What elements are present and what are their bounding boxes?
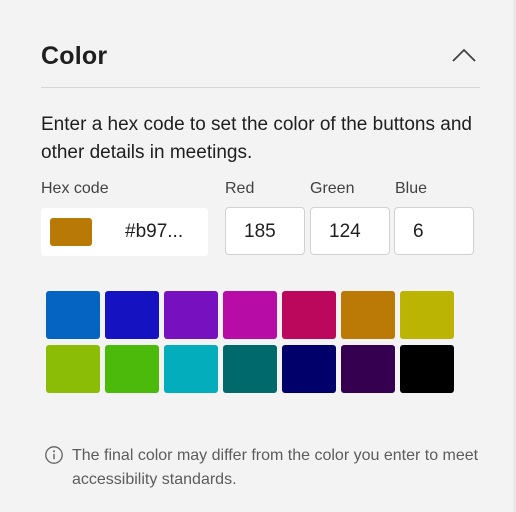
color-settings-panel: Color Enter a hex code to set the color … [0, 0, 516, 512]
hex-code-label: Hex code [41, 180, 109, 197]
color-swatch[interactable] [46, 291, 100, 339]
color-swatch[interactable] [282, 345, 336, 393]
color-swatch[interactable] [46, 345, 100, 393]
chevron-up-icon [452, 48, 476, 62]
color-palette [46, 291, 454, 395]
color-swatch[interactable] [341, 345, 395, 393]
blue-label: Blue [395, 180, 428, 197]
color-swatch[interactable] [164, 291, 218, 339]
red-label: Red [225, 180, 255, 197]
hex-code-value: #b97... [125, 221, 184, 242]
color-swatch[interactable] [164, 345, 218, 393]
color-swatch[interactable] [223, 291, 277, 339]
color-swatch[interactable] [282, 291, 336, 339]
blue-input[interactable]: 6 [394, 207, 474, 255]
info-note-text: The final color may differ from the colo… [72, 447, 479, 488]
color-swatch[interactable] [400, 291, 454, 339]
green-input[interactable]: 124 [310, 207, 390, 255]
color-swatch[interactable] [105, 291, 159, 339]
green-label: Green [310, 180, 355, 197]
section-divider [41, 87, 480, 88]
red-input[interactable]: 185 [225, 207, 305, 255]
section-description: Enter a hex code to set the color of the… [41, 114, 472, 163]
green-value: 124 [329, 221, 361, 242]
section-header: Color [41, 38, 481, 80]
color-swatch[interactable] [341, 291, 395, 339]
blue-value: 6 [413, 221, 424, 242]
collapse-button[interactable] [449, 40, 479, 70]
info-icon [45, 446, 63, 464]
red-value: 185 [244, 221, 276, 242]
hex-color-preview [50, 218, 92, 246]
color-swatch[interactable] [223, 345, 277, 393]
color-swatch[interactable] [105, 345, 159, 393]
section-title: Color [41, 42, 108, 70]
hex-code-field[interactable]: #b97... [41, 208, 208, 256]
color-swatch[interactable] [400, 345, 454, 393]
